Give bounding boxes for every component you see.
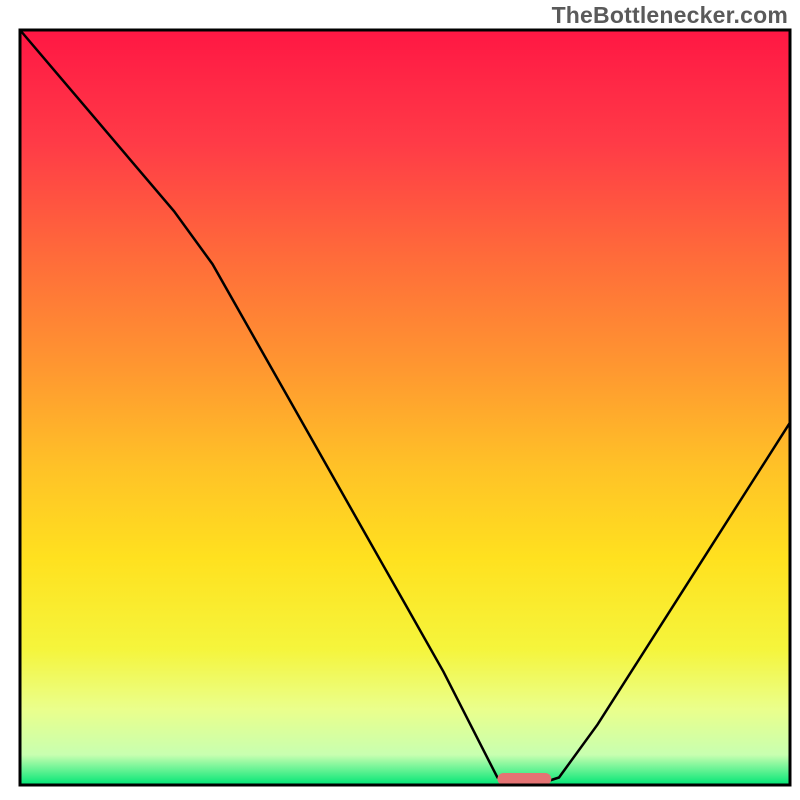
optimal-marker [497,773,551,785]
chart-svg [0,0,800,800]
bottleneck-chart: TheBottlenecker.com [0,0,800,800]
plot-background [20,30,790,785]
watermark-text: TheBottlenecker.com [552,2,788,29]
